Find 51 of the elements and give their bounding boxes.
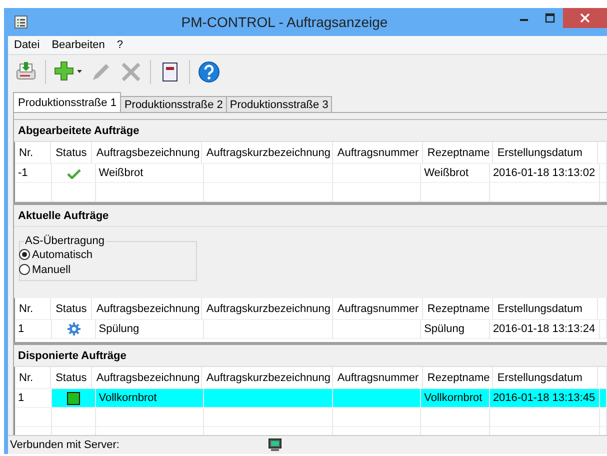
menu-item[interactable]: Bearbeiten	[46, 39, 111, 51]
column-header[interactable]: Auftragsbezeichnung	[92, 298, 202, 320]
column-header[interactable]: Status	[50, 298, 92, 320]
table-cell: 2016-01-18 13:13:02	[490, 164, 600, 183]
table-cell: Vollkornbrot	[421, 389, 490, 408]
status-text: Verbunden mit Server:	[10, 439, 120, 451]
column-header[interactable]: Erstellungsdatum	[493, 298, 598, 320]
table-cell: Spülung	[96, 320, 204, 339]
table-cell: Weißbrot	[96, 164, 204, 183]
column-header[interactable]: Nr.	[15, 142, 51, 164]
tab[interactable]: Produktionsstraße 2	[120, 96, 227, 112]
table-cell: Weißbrot	[421, 164, 490, 183]
column-header[interactable]: Nr.	[15, 367, 51, 389]
delete-icon	[119, 60, 143, 84]
tab[interactable]: Produktionsstraße 3	[226, 96, 332, 112]
maximize-icon	[545, 13, 555, 23]
table-cell	[421, 183, 490, 202]
table-cell	[598, 142, 607, 164]
group-box-title: AS-Übertragung	[24, 235, 106, 247]
radio-label[interactable]: Manuell	[32, 264, 71, 276]
radio-button[interactable]	[19, 264, 30, 275]
table-cell: 1	[15, 320, 52, 339]
table-cell: Spülung	[421, 320, 490, 339]
table-cell: -1	[15, 164, 52, 183]
table-cell: 2016-01-18 13:13:24	[490, 320, 600, 339]
column-header[interactable]: Rezeptname	[423, 142, 494, 164]
radio-button[interactable]	[19, 249, 30, 260]
column-header[interactable]: Auftragskurzbezeichnung	[202, 142, 334, 164]
column-header[interactable]: Auftragsbezeichnung	[92, 142, 202, 164]
help-icon	[197, 60, 221, 84]
gear-icon	[66, 322, 81, 336]
close-button[interactable]	[563, 8, 607, 28]
column-header[interactable]: Auftragskurzbezeichnung	[202, 298, 334, 320]
close-icon	[580, 13, 590, 23]
column-header[interactable]: Status	[50, 142, 92, 164]
square-icon	[67, 392, 80, 404]
tab[interactable]: Produktionsstraße 1	[13, 92, 122, 112]
column-header[interactable]: Auftragsnummer	[333, 142, 424, 164]
radio-label[interactable]: Automatisch	[32, 248, 93, 260]
computer-icon	[268, 438, 282, 452]
checkmark-icon	[66, 167, 81, 179]
menu-item[interactable]: Datei	[8, 39, 46, 51]
column-header[interactable]: Rezeptname	[423, 298, 494, 320]
window-title: PM-CONTROL - Auftragsanzeige	[180, 14, 389, 30]
column-header[interactable]: Auftragsnummer	[333, 298, 424, 320]
menu-item[interactable]: ?	[110, 39, 130, 51]
table-cell: Vollkornbrot	[96, 389, 204, 408]
column-header[interactable]: Erstellungsdatum	[493, 142, 598, 164]
column-header[interactable]: Nr.	[15, 298, 51, 320]
table-cell: 2016-01-18 13:13:45	[490, 389, 600, 408]
app-icon	[14, 15, 28, 29]
